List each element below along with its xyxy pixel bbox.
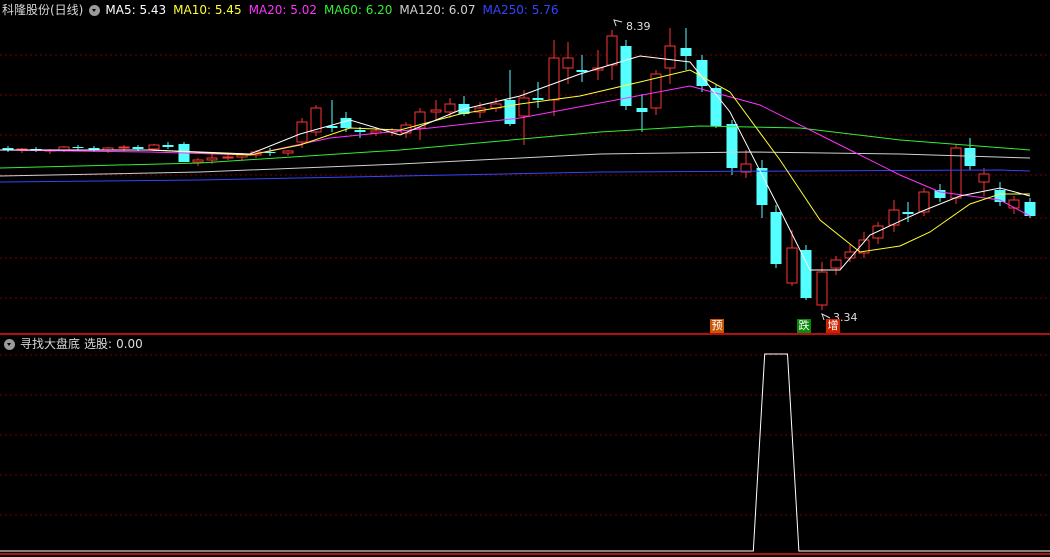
signal-tag: 跌 — [797, 319, 811, 333]
candle-body — [282, 150, 294, 154]
candle-body — [148, 144, 160, 150]
indicator-chart[interactable] — [0, 335, 1050, 557]
ma-label: MA250: — [482, 3, 532, 17]
candle-body — [576, 70, 588, 72]
candle-body — [934, 190, 946, 198]
candle-body — [726, 124, 738, 168]
candle-body — [816, 271, 828, 306]
ma-value: 5.02 — [290, 3, 317, 17]
ma-label: MA60: — [324, 3, 366, 17]
ma-label: MA5: — [105, 3, 140, 17]
candle-body — [504, 100, 516, 124]
candle-body — [118, 146, 130, 149]
candle-body — [340, 118, 352, 128]
ma-legend-item: MA5: 5.43 — [105, 3, 166, 17]
ma-legend-item: MA250: 5.76 — [482, 3, 558, 17]
candle-body — [902, 212, 914, 214]
candle-body — [964, 148, 976, 166]
candle-body — [786, 247, 798, 284]
candle-body — [756, 168, 768, 205]
ma-value: 5.45 — [214, 3, 242, 17]
candle-body — [562, 57, 574, 69]
candle-body — [978, 173, 990, 183]
candle-body — [162, 145, 174, 147]
candle-body — [872, 225, 884, 239]
indicator-output-label: 选股: — [84, 337, 113, 351]
candle-body — [430, 109, 442, 113]
candlestick-chart[interactable]: 8.393.34 — [0, 0, 1050, 334]
candle-body — [518, 97, 530, 117]
ma-label: MA120: — [399, 3, 449, 17]
candle-body — [532, 98, 544, 100]
ma-legend-item: MA10: 5.45 — [173, 3, 241, 17]
indicator-output-value: 0.00 — [116, 337, 143, 351]
candle-body — [548, 57, 560, 101]
candle-body — [72, 147, 84, 148]
ma-value: 6.20 — [365, 3, 393, 17]
indicator-line — [0, 353, 1050, 552]
ma-value: 5.43 — [139, 3, 167, 17]
candle-body — [680, 48, 692, 56]
high-price-marker: 8.39 — [626, 20, 651, 33]
candle-body — [800, 250, 812, 298]
candle-body — [132, 147, 144, 149]
indicator-title: 寻找大盘底 — [20, 337, 81, 351]
candle-body — [636, 108, 648, 112]
ma-legend: MA5: 5.43 MA10: 5.45 MA20: 5.02 MA60: 6.20 M… — [105, 2, 565, 18]
high-arrow — [613, 19, 623, 27]
candle-body — [222, 156, 234, 159]
ma-label: MA20: — [248, 3, 291, 17]
candle-body — [1008, 199, 1020, 209]
main-header: 科隆股份(日线) MA5: 5.43 MA10: 5.45 MA20: 5.02 MA… — [2, 2, 566, 18]
candle-body — [192, 159, 204, 163]
candle-body — [444, 103, 456, 113]
indicator-header: 寻找大盘底 选股: 0.00 — [2, 336, 143, 352]
candle-body — [770, 212, 782, 264]
candle-body — [354, 130, 366, 132]
chevron-down-icon[interactable] — [4, 338, 15, 350]
ma-label: MA10: — [173, 3, 215, 17]
ma-line — [0, 169, 1031, 183]
stock-title: 科隆股份(日线) — [2, 3, 84, 17]
bottom-axis — [0, 553, 1050, 555]
candle-body — [664, 45, 676, 69]
candlestick-panel[interactable]: 8.39 3.34 科隆股份(日线) MA5: 5.43 MA10: 5.45 MA2… — [0, 0, 1050, 334]
candle-body — [606, 35, 618, 66]
signal-tag: 增 — [826, 319, 840, 333]
ma-legend-item: MA20: 5.02 — [249, 3, 317, 17]
ma-value: 5.76 — [531, 3, 559, 17]
chevron-down-icon[interactable] — [89, 4, 101, 16]
candle-body — [830, 259, 842, 269]
signal-tag: 预 — [710, 319, 724, 333]
ma-legend-item: MA60: 6.20 — [324, 3, 392, 17]
candle-body — [206, 157, 218, 161]
ma-legend-item: MA120: 6.07 — [399, 3, 475, 17]
ma-value: 6.07 — [448, 3, 476, 17]
indicator-panel[interactable] — [0, 335, 1050, 557]
